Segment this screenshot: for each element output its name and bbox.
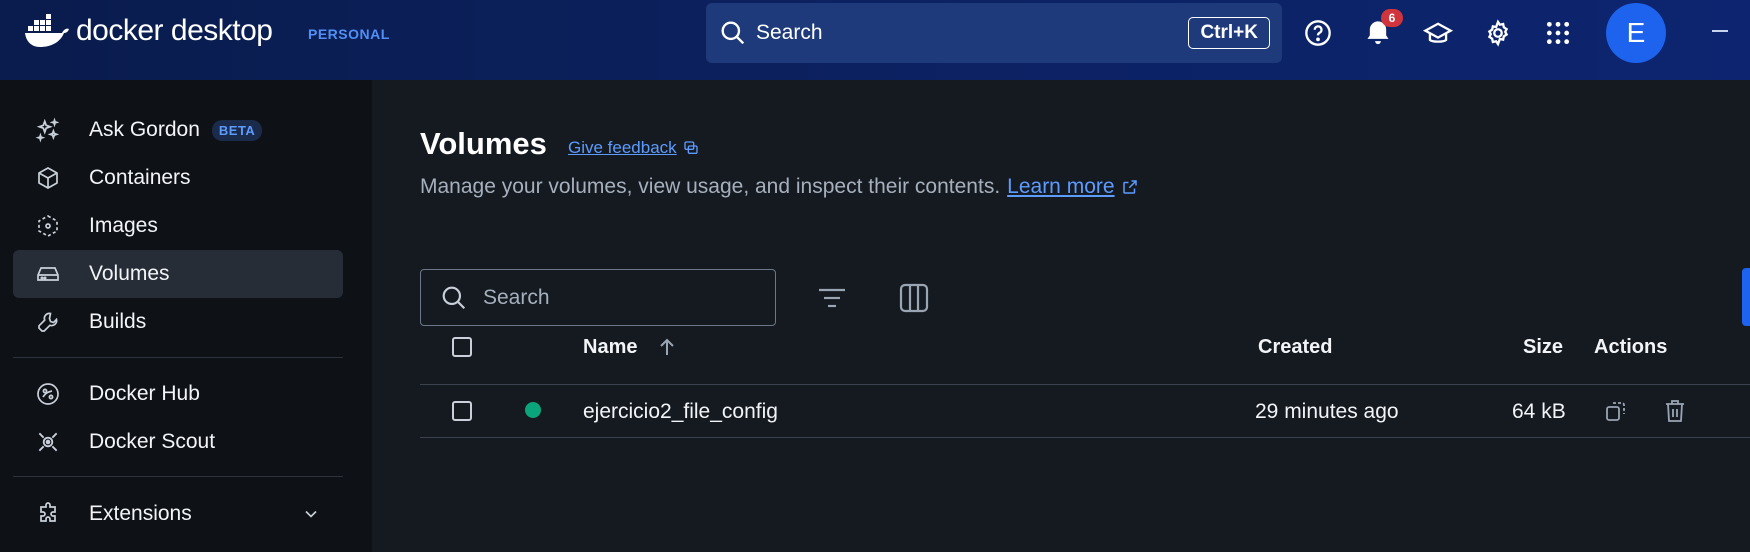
side-panel-tab[interactable] [1742, 268, 1750, 326]
minimize-window-button[interactable] [1712, 30, 1728, 32]
clone-button[interactable] [1601, 396, 1631, 426]
sparkles-icon [35, 117, 61, 143]
image-icon [35, 213, 61, 239]
puzzle-icon [35, 501, 61, 527]
give-feedback-link[interactable]: Give feedback [568, 138, 699, 158]
sidebar-divider [13, 357, 343, 358]
sidebar-item-docker-hub[interactable]: Docker Hub [13, 370, 343, 418]
column-header-name[interactable]: Name [583, 336, 637, 359]
whale-icon [24, 14, 70, 48]
docker-logo[interactable]: docker desktop [24, 14, 272, 48]
sidebar-item-label: Extensions [89, 502, 192, 526]
sidebar-divider [13, 476, 343, 477]
table-row-divider [420, 437, 1750, 438]
sidebar-item-docker-scout[interactable]: Docker Scout [13, 418, 343, 466]
select-all-checkbox[interactable] [452, 337, 472, 357]
copy-icon [1604, 399, 1628, 423]
column-header-size[interactable]: Size [1523, 336, 1563, 359]
avatar[interactable]: E [1606, 3, 1666, 63]
sidebar-item-extensions[interactable]: Extensions [13, 490, 343, 538]
beta-badge: BETA [212, 120, 262, 141]
brand-name: docker desktop [76, 14, 272, 48]
volume-name[interactable]: ejercicio2_file_config [583, 400, 778, 424]
columns-button[interactable] [894, 278, 934, 318]
sidebar-item-label: Containers [89, 166, 191, 190]
delete-button[interactable] [1660, 396, 1690, 426]
top-bar: docker desktop PERSONAL Search Ctrl+K 6 … [0, 0, 1750, 80]
notification-badge: 6 [1381, 9, 1403, 27]
filter-icon [817, 285, 847, 311]
sidebar-item-containers[interactable]: Containers [13, 154, 343, 202]
page-title: Volumes [420, 126, 547, 162]
search-shortcut: Ctrl+K [1188, 17, 1270, 49]
drive-icon [35, 261, 61, 287]
sidebar-item-label: Volumes [89, 262, 170, 286]
table-header-divider [420, 384, 1750, 385]
search-icon [720, 20, 746, 46]
sidebar: Ask Gordon BETA Containers Images Volume… [0, 80, 372, 552]
learn-more-link[interactable]: Learn more [1007, 175, 1114, 199]
sort-ascending-icon[interactable] [658, 337, 676, 357]
sidebar-item-volumes[interactable]: Volumes [13, 250, 343, 298]
volume-size: 64 kB [1512, 400, 1566, 424]
page-description-text: Manage your volumes, view usage, and ins… [420, 175, 1000, 199]
volume-created: 29 minutes ago [1255, 400, 1399, 424]
chevron-down-icon[interactable] [301, 504, 321, 524]
search-icon [441, 285, 467, 311]
sidebar-item-label: Docker Hub [89, 382, 200, 406]
row-checkbox[interactable] [452, 401, 472, 421]
help-icon [1304, 19, 1332, 47]
feedback-icon [683, 140, 699, 156]
learning-center-button[interactable] [1420, 15, 1456, 51]
settings-button[interactable] [1480, 15, 1516, 51]
sidebar-item-label: Ask Gordon [89, 118, 200, 142]
column-header-created[interactable]: Created [1258, 336, 1332, 359]
external-link-icon [1121, 178, 1139, 196]
global-search[interactable]: Search Ctrl+K [706, 3, 1282, 63]
columns-icon [899, 283, 929, 313]
help-button[interactable] [1300, 15, 1336, 51]
sidebar-item-builds[interactable]: Builds [13, 298, 343, 346]
trash-icon [1664, 399, 1686, 423]
scout-icon [35, 429, 61, 455]
cube-icon [35, 165, 61, 191]
sidebar-item-label: Builds [89, 310, 146, 334]
main-content: Volumes Give feedback Manage your volume… [372, 80, 1750, 552]
sidebar-item-label: Docker Scout [89, 430, 215, 454]
apps-grid-icon [1545, 20, 1571, 46]
filter-button[interactable] [812, 278, 852, 318]
page-description: Manage your volumes, view usage, and ins… [420, 175, 1139, 199]
give-feedback-label: Give feedback [568, 138, 677, 158]
apps-button[interactable] [1540, 15, 1576, 51]
hub-icon [35, 381, 61, 407]
sidebar-item-images[interactable]: Images [13, 202, 343, 250]
wrench-icon [35, 309, 61, 335]
sidebar-item-ask-gordon[interactable]: Ask Gordon BETA [13, 106, 343, 154]
sidebar-item-label: Images [89, 214, 158, 238]
volume-search-input[interactable] [483, 286, 743, 310]
global-search-label: Search [756, 21, 823, 45]
plan-label: PERSONAL [308, 26, 390, 42]
volume-search-box[interactable] [420, 269, 776, 326]
in-use-status-dot [525, 402, 541, 418]
gear-icon [1484, 19, 1512, 47]
column-header-actions: Actions [1594, 336, 1667, 359]
learning-icon [1423, 19, 1453, 47]
